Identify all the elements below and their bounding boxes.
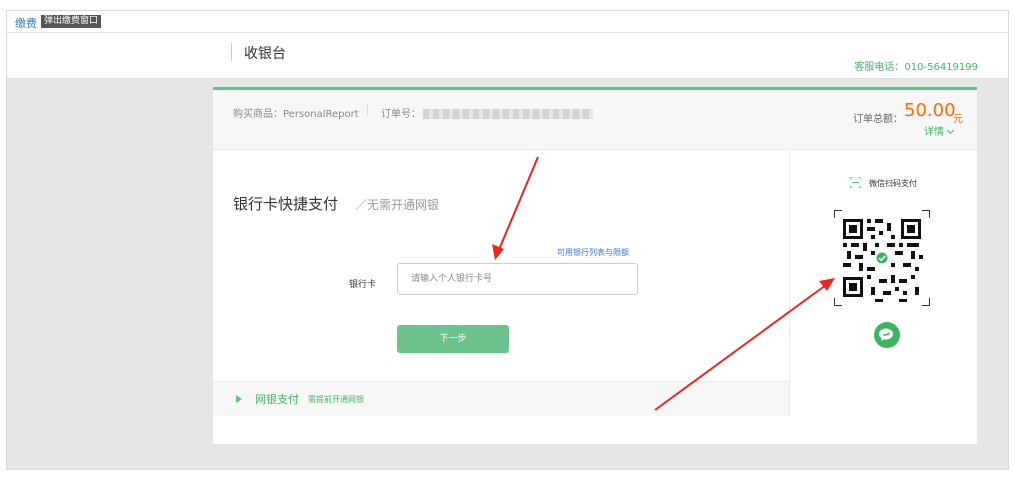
- bank-card-label: 银行卡: [349, 280, 377, 290]
- order-number-redacted: [423, 109, 593, 119]
- bank-card-input[interactable]: [397, 263, 638, 295]
- order-total-label: 订单总额：: [853, 114, 903, 125]
- product-name: PersonalReport: [283, 109, 359, 120]
- order-number: 订单号：: [381, 105, 593, 120]
- service-hotline: 客服电话：010-56419199: [854, 62, 978, 73]
- page-title: 收银台: [244, 46, 286, 62]
- details-toggle[interactable]: 详情: [924, 123, 955, 138]
- page-header: 收银台 客服电话：010-56419199: [7, 33, 1008, 79]
- top-tab-bar: 缴费 弹出缴费窗口: [7, 11, 1008, 33]
- order-summary-bar: 购买商品：PersonalReport 订单号： 订单总额： 50.00 元 详…: [213, 90, 977, 150]
- next-step-button[interactable]: 下一步: [397, 325, 509, 353]
- wechat-scan-label: 微信扫码支付: [869, 179, 917, 188]
- netbank-section[interactable]: 网银支付 需提前开通网银: [213, 381, 789, 416]
- order-separator: [367, 104, 368, 116]
- scan-icon: [850, 177, 861, 188]
- popup-pay-window-badge[interactable]: 弹出缴费窗口: [41, 15, 102, 28]
- triangle-right-icon: [236, 395, 242, 403]
- wechat-icon[interactable]: [874, 322, 900, 348]
- quick-pay-title: 银行卡快捷支付: [233, 195, 339, 213]
- header-divider: [231, 43, 232, 61]
- browser-frame: 缴费 弹出缴费窗口 收银台 客服电话：010-56419199 购买商品：Per…: [6, 10, 1009, 470]
- order-number-label: 订单号：: [381, 109, 421, 120]
- product-info: 购买商品：PersonalReport: [233, 105, 359, 120]
- details-label: 详情: [924, 127, 944, 138]
- quick-pay-subtitle: ／无需开通网银: [355, 198, 440, 212]
- checkout-card: 购买商品：PersonalReport 订单号： 订单总额： 50.00 元 详…: [213, 87, 977, 444]
- wechat-qr-code[interactable]: [834, 210, 930, 306]
- chevron-down-icon: [946, 126, 955, 135]
- pay-tab-link[interactable]: 缴费: [15, 15, 37, 31]
- product-label: 购买商品：: [233, 109, 283, 120]
- wechat-pay-pane: 微信扫码支付: [789, 150, 977, 416]
- netbank-title: 网银支付: [255, 393, 299, 406]
- netbank-note: 需提前开通网银: [308, 395, 364, 404]
- bank-list-link[interactable]: 可用银行列表与限额: [557, 247, 629, 258]
- quick-pay-pane: 银行卡快捷支付 ／无需开通网银 可用银行列表与限额 银行卡 下一步 网银支付 需…: [213, 150, 789, 447]
- order-total-amount: 50.00: [904, 100, 956, 121]
- order-total-currency: 元: [953, 114, 963, 125]
